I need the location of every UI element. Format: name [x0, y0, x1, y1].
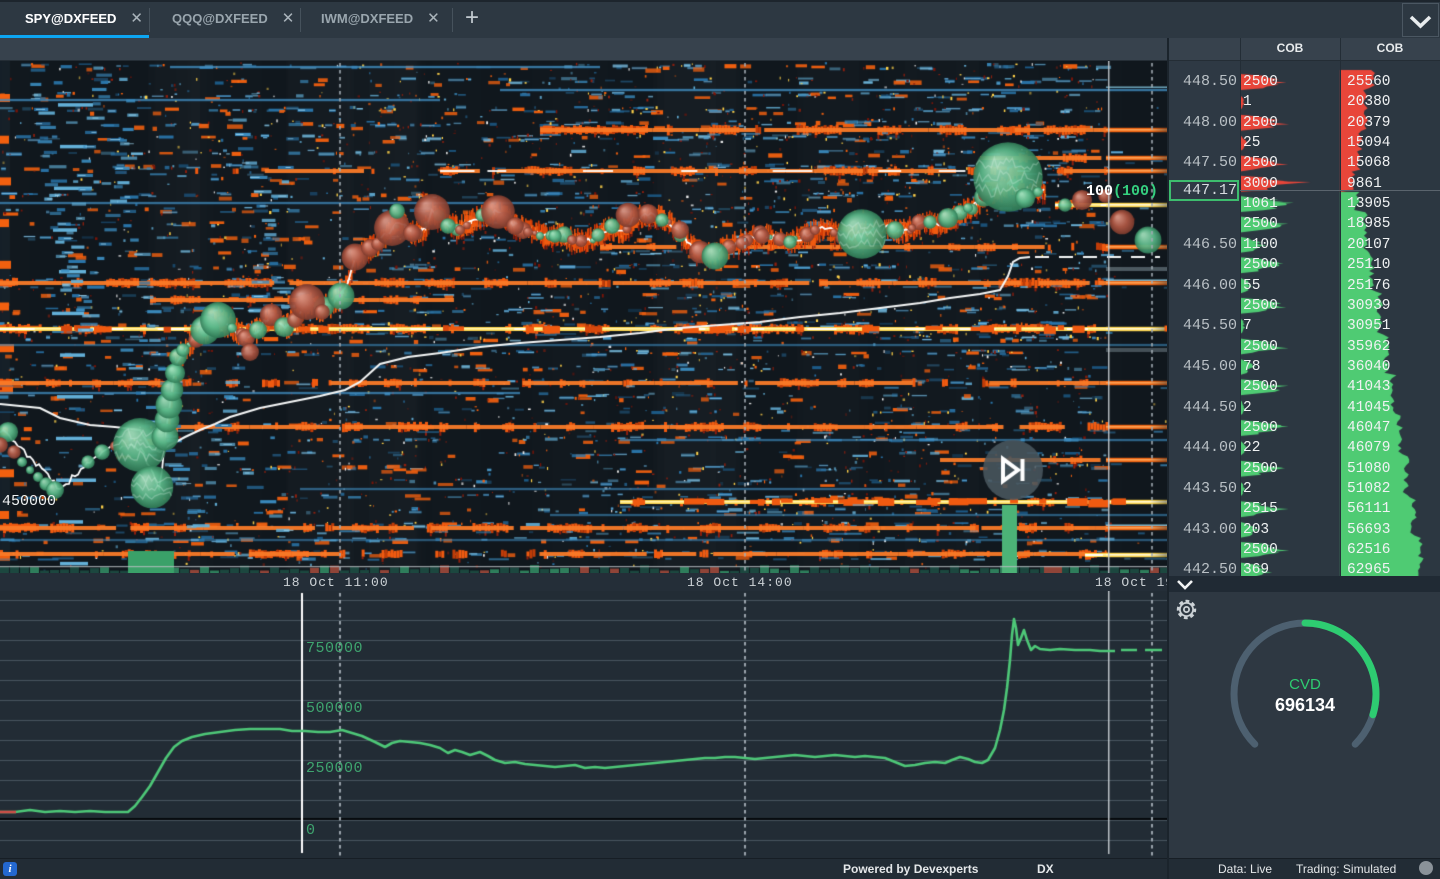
- svg-text:CVD: CVD: [1289, 676, 1321, 693]
- svg-text:696134: 696134: [1275, 695, 1335, 715]
